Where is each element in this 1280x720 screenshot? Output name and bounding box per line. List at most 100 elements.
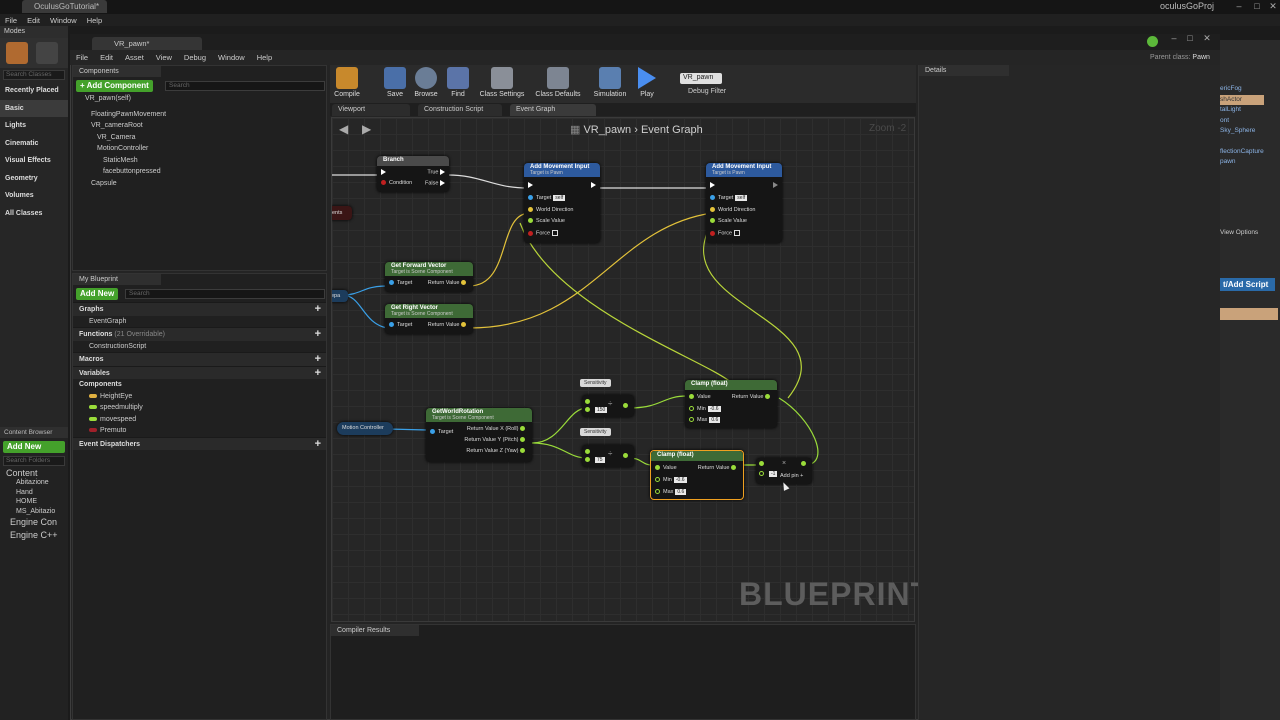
folder-abitazione[interactable]: Abitazione [0,479,68,489]
category-visual-effects[interactable]: Visual Effects [0,152,68,170]
folder-engine-content[interactable]: Engine Con [0,517,68,530]
component-item[interactable]: facebuttonpressed [85,168,326,180]
tab-event-graph[interactable]: Event Graph [510,104,596,116]
play-button[interactable]: Play [630,67,664,98]
motion-controller-ref-node[interactable]: Motion Controller [337,422,393,435]
value-pin[interactable]: Value [655,465,677,471]
max-pin[interactable]: Max 0.6 [689,417,721,423]
component-item[interactable]: VR_Camera [85,134,326,146]
bp-menu-window[interactable]: Window [212,50,251,65]
min-pin[interactable]: Min -0.6 [655,477,687,483]
divide-node[interactable]: 150 ÷ [582,395,634,417]
outliner-item[interactable]: talLight [1220,105,1264,116]
variable-row[interactable]: Premuto [73,425,326,437]
variable-row[interactable]: HeightEye [73,391,326,403]
yaw-pin[interactable]: Return Value Z (Yaw) [466,448,528,454]
div-value[interactable]: 150 [595,407,608,413]
component-item[interactable]: MotionController [85,145,326,157]
scale-value-pin[interactable]: Scale Value [528,218,565,224]
place-mode-icon[interactable] [6,42,28,64]
add-variable-icon[interactable]: + [315,367,321,379]
add-pin-button[interactable]: Add pin + [780,473,803,479]
scale-value-pin[interactable]: Scale Value [710,218,747,224]
back-arrow-icon[interactable]: ◀ [339,122,348,136]
exec-in-pin[interactable] [528,182,533,188]
branch-false-pin[interactable]: False [425,180,445,186]
section-macros[interactable]: Macros + [73,352,326,366]
bp-menu-debug[interactable]: Debug [178,50,212,65]
bp-close-icon[interactable]: ✕ [1198,33,1216,45]
min-pin[interactable]: Min -0.6 [689,406,721,412]
exec-in-pin[interactable] [710,182,715,188]
mult-in-b[interactable]: -1 [759,471,778,477]
add-script-button[interactable]: t/Add Script [1220,278,1275,291]
bp-menu-asset[interactable]: Asset [119,50,150,65]
target-pin[interactable]: Target self [710,195,748,201]
partial-node[interactable]: ера [332,290,348,302]
div-in-b[interactable]: 75 [585,457,605,463]
value-pin[interactable]: Value [689,394,711,400]
search-classes-input[interactable]: Search Classes [3,70,65,80]
target-pin[interactable]: Target self [528,195,566,201]
save-button[interactable]: Save [378,67,412,98]
item-event-graph[interactable]: EventGraph [73,316,326,328]
world-direction-pin[interactable]: World Direction [528,207,574,213]
exec-out-pin[interactable] [591,182,596,188]
target-pin[interactable]: Target [389,280,412,286]
category-basic[interactable]: Basic [0,99,68,117]
level-tab[interactable]: OculusGoTutorial* [22,0,107,13]
section-variables[interactable]: Variables + [73,365,326,379]
add-macro-icon[interactable]: + [315,353,321,365]
pin-value[interactable]: 0.6 [675,489,687,495]
parent-class-value[interactable]: Pawn [1192,54,1210,61]
mult-in-a[interactable] [759,461,767,467]
force-checkbox[interactable] [733,230,740,236]
clamp-float-node[interactable]: Clamp (float) Value Min -0.6 Max 0.6 Retur… [685,380,777,428]
folder-hand[interactable]: Hand [0,489,68,499]
outliner-item[interactable]: pawn [1220,157,1264,168]
div-in-a[interactable] [585,399,593,405]
compile-button[interactable]: Compile [330,67,364,98]
target-pin[interactable]: Target [430,429,453,435]
bp-maximize-icon[interactable]: □ [1181,33,1199,45]
folder-engine-cpp[interactable]: Engine C++ [0,530,68,543]
roll-pin[interactable]: Return Value X (Roll) [467,426,528,432]
browse-button[interactable]: Browse [409,67,443,98]
force-pin[interactable]: Force [528,230,558,236]
outliner-item[interactable]: ont [1220,116,1264,127]
return-value-pin[interactable]: Return Value [732,394,773,400]
component-item[interactable]: StaticMesh [85,157,326,169]
pin-value[interactable]: -0.6 [673,477,687,483]
return-value-pin[interactable]: Return Value [698,465,739,471]
outliner-item[interactable]: ericFog [1220,84,1264,95]
max-pin[interactable]: Max 0.6 [655,489,687,495]
paint-mode-icon[interactable] [36,42,58,64]
breadcrumb-blueprint[interactable]: VR_pawn [583,124,631,136]
sensitivity-var-node[interactable]: Sensitivity [580,379,611,387]
return-value-pin[interactable]: Return Value [428,280,469,286]
branch-node[interactable]: Branch Condition True False [377,156,449,192]
folder-content[interactable]: Content [0,468,68,479]
add-dispatcher-icon[interactable]: + [315,438,321,450]
clamp-float-node-selected[interactable]: Clamp (float) Value Min -0.6 Max 0.6 Retur… [650,450,744,500]
return-value-pin[interactable]: Return Value [428,322,469,328]
component-self[interactable]: VR_pawn(self) [85,95,326,107]
component-item[interactable]: Capsule [85,180,326,192]
divide-node[interactable]: 75 ÷ [582,445,634,467]
bp-menu-view[interactable]: View [150,50,178,65]
add-movement-input-node[interactable]: Add Movement Input Target is Pawn Target s… [524,163,600,243]
div-value[interactable]: 75 [595,457,605,463]
outliner-item[interactable]: flectionCapture [1220,147,1264,158]
pitch-pin[interactable]: Return Value Y (Pitch) [464,437,528,443]
add-graph-icon[interactable]: + [315,303,321,315]
div-out[interactable] [623,453,631,459]
item-construction-script[interactable]: ConstructionScript [73,341,326,353]
folder-home[interactable]: HOME [0,498,68,508]
debug-object-select[interactable]: VR_pawn [680,73,722,84]
sensitivity-var-node[interactable]: Sensitivity [580,428,611,436]
event-graph-canvas[interactable]: ents ера Branch Condition True False Add… [331,117,915,622]
component-item[interactable]: FloatingPawnMovement [85,111,326,123]
partial-node[interactable]: ents [332,206,352,220]
forward-arrow-icon[interactable]: ▶ [362,122,371,136]
class-settings-button[interactable]: Class Settings [476,67,528,98]
